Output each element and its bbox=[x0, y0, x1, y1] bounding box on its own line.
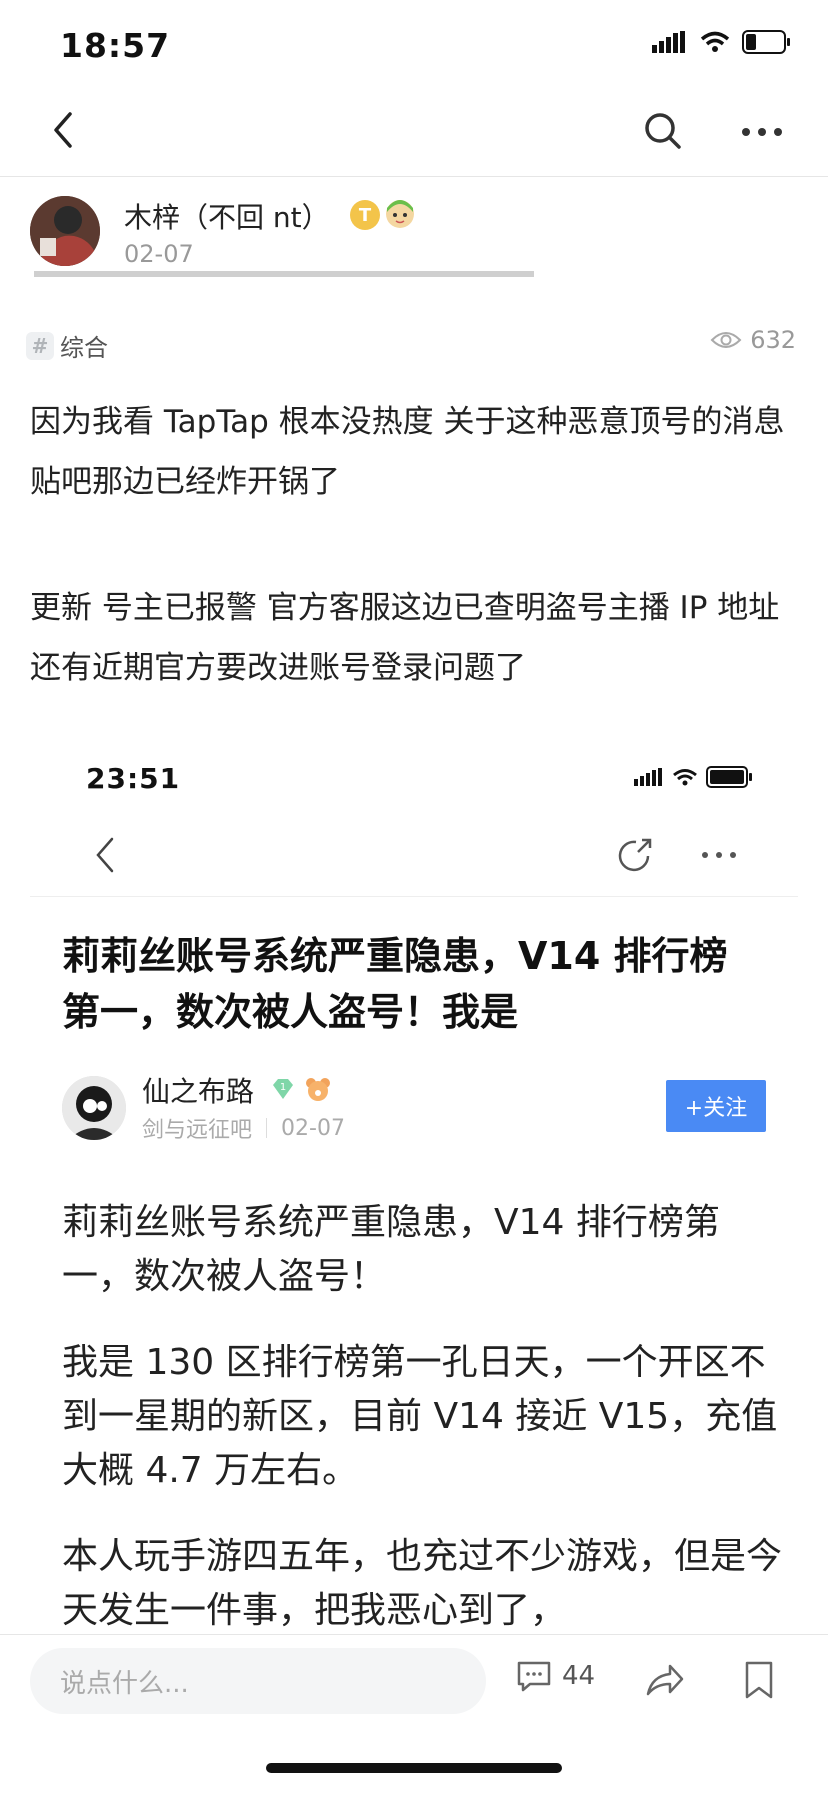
nav-bar bbox=[0, 84, 828, 177]
embedded-avatar bbox=[62, 1076, 126, 1140]
more-button[interactable] bbox=[738, 112, 786, 152]
comment-button[interactable]: 44 bbox=[516, 1660, 595, 1692]
view-count-value: 632 bbox=[750, 326, 796, 354]
embedded-title: 莉莉丝账号系统严重隐患，V14 排行榜第一，数次被人盗号！我是 bbox=[62, 934, 728, 1034]
chevron-left-icon bbox=[54, 112, 72, 148]
signal-icon bbox=[634, 768, 662, 786]
wifi-icon bbox=[673, 769, 697, 786]
bear-badge-icon bbox=[304, 1076, 332, 1102]
embedded-status-icons bbox=[634, 766, 754, 788]
gem-badge-icon: 1 bbox=[270, 1076, 296, 1102]
avatar-image bbox=[30, 196, 100, 266]
share-icon bbox=[646, 1664, 684, 1696]
comment-icon bbox=[517, 1661, 551, 1692]
post-paragraph: 因为我看 TapTap 根本没热度 关于这种恶意顶号的消息 贴吧那边已经炸开锅了 bbox=[30, 404, 785, 500]
embedded-more-icon bbox=[698, 838, 740, 872]
cut-off-text bbox=[30, 270, 720, 284]
view-count: 632 bbox=[710, 326, 796, 354]
wifi-icon bbox=[700, 31, 730, 52]
topic-tag[interactable]: # 综合 bbox=[26, 328, 108, 363]
embedded-share-icon bbox=[614, 834, 656, 876]
battery-icon bbox=[706, 766, 752, 788]
follow-button: +关注 bbox=[666, 1080, 766, 1132]
embedded-status-time: 23:51 bbox=[86, 762, 181, 795]
bookmark-icon bbox=[745, 1661, 773, 1699]
hash-icon: # bbox=[26, 331, 54, 360]
embedded-divider bbox=[30, 896, 798, 897]
embedded-date: 02-07 bbox=[281, 1115, 345, 1141]
more-horizontal-icon bbox=[742, 128, 782, 136]
avatar-badge-icon bbox=[384, 198, 416, 230]
battery-icon bbox=[742, 30, 790, 54]
embedded-back-icon bbox=[90, 835, 124, 875]
status-time: 18:57 bbox=[60, 26, 171, 65]
home-indicator bbox=[266, 1763, 562, 1773]
search-icon bbox=[645, 113, 681, 149]
topic-tag-label: 综合 bbox=[60, 334, 108, 362]
embedded-paragraph: 本人玩手游四五年，也充过不少游戏，但是今天发生一件事，把我恶心到了， bbox=[62, 1536, 783, 1631]
comment-count: 44 bbox=[562, 1661, 596, 1691]
embedded-paragraph: 莉莉丝账号系统严重隐患，V14 排行榜第一，数次被人盗号！ bbox=[62, 1202, 720, 1297]
share-button[interactable] bbox=[644, 1660, 686, 1702]
svg-text:1: 1 bbox=[280, 1082, 286, 1093]
post-date: 02-07 bbox=[124, 240, 194, 268]
author-avatar[interactable] bbox=[30, 196, 100, 266]
bookmark-button[interactable] bbox=[744, 1660, 774, 1700]
author-name[interactable]: 木梓（不回 nt） bbox=[124, 196, 330, 236]
search-button[interactable] bbox=[640, 108, 686, 154]
comment-input[interactable]: 说点什么... bbox=[30, 1648, 486, 1714]
status-icons bbox=[652, 30, 792, 54]
eye-icon bbox=[710, 332, 742, 348]
embedded-paragraph: 我是 130 区排行榜第一孔日天，一个开区不到一星期的新区，目前 V14 接近 … bbox=[62, 1342, 778, 1491]
embedded-meta: 剑与远征吧 02-07 bbox=[142, 1112, 345, 1144]
signal-icon bbox=[652, 31, 685, 53]
embedded-author-name: 仙之布路 bbox=[142, 1075, 255, 1108]
level-badge: T bbox=[350, 200, 380, 230]
back-button[interactable] bbox=[44, 110, 84, 150]
meta-divider bbox=[266, 1118, 268, 1138]
embedded-forum: 剑与远征吧 bbox=[142, 1118, 253, 1143]
post-paragraph: 更新 号主已报警 官方客服这边已查明盗号主播 IP 地址 还有近期官方要改进账号… bbox=[30, 590, 780, 686]
